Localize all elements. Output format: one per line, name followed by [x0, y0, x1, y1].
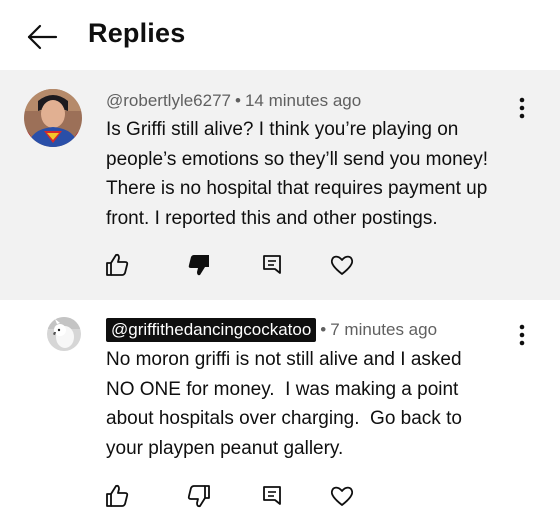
back-button[interactable] — [26, 22, 58, 52]
comment-line: Is Griffi still alive? I think you’re pl… — [106, 119, 459, 140]
page-title: Replies — [88, 18, 186, 48]
comment-line: people’s emotions so they’ll send you mo… — [106, 148, 488, 170]
heart-button[interactable] — [329, 252, 355, 278]
comment-line: about hospitals over charging. Go back t… — [106, 408, 462, 429]
dislike-icon — [187, 485, 210, 508]
reply-icon — [263, 255, 281, 274]
comment-line: There is no hospital that requires payme… — [106, 178, 488, 199]
comment-line: front. I reported this and other posting… — [106, 207, 438, 229]
like-button[interactable] — [104, 252, 130, 278]
dislike-button[interactable] — [186, 252, 212, 278]
comment-line: your playpen peanut gallery. — [106, 437, 344, 459]
comment-meta: @robertlyle6277 • 14 minutes ago — [106, 91, 361, 111]
meta-separator: • — [235, 91, 241, 110]
comment-line: NO ONE for money. I was making a point — [106, 378, 459, 400]
superman-avatar — [24, 89, 82, 147]
reply-button[interactable] — [259, 252, 285, 278]
dislike-button[interactable] — [186, 483, 212, 509]
like-icon — [106, 253, 129, 276]
heart-icon — [330, 255, 354, 275]
comment-text: Is Griffi still alive? I think you’re pl… — [106, 115, 488, 233]
comment-time: 7 minutes ago — [330, 320, 438, 339]
cockatoo-avatar — [47, 317, 81, 351]
avatar[interactable] — [47, 317, 81, 351]
like-button[interactable] — [104, 483, 130, 509]
arrow-left-icon — [27, 24, 58, 50]
comment-time: 14 minutes ago — [244, 91, 362, 110]
more-vert-icon — [519, 324, 525, 346]
header: Replies — [0, 0, 560, 70]
dislike-icon — [188, 255, 209, 276]
more-vert-icon — [519, 97, 525, 119]
reply-button[interactable] — [259, 483, 285, 509]
like-icon — [106, 484, 129, 507]
comment-text: No moron griffi is not still alive and I… — [106, 345, 462, 463]
comment-author-chip[interactable]: @griffithedancingcockatoo — [106, 318, 317, 342]
reply-icon — [263, 486, 281, 505]
comment-meta: @griffithedancingcockatoo • 7 minutes ago — [106, 318, 438, 342]
comment-menu-button[interactable] — [512, 96, 532, 124]
heart-icon — [330, 486, 354, 506]
comment-author[interactable]: @robertlyle6277 — [106, 91, 231, 110]
avatar[interactable] — [24, 89, 82, 147]
comment-line: No moron griffi is not still alive and I… — [106, 349, 462, 370]
reply-comment: @griffithedancingcockatoo • 7 minutes ago … — [0, 300, 560, 509]
parent-comment: @robertlyle6277 • 14 minutes ago Is Griffi… — [0, 70, 560, 300]
meta-separator: • — [320, 320, 327, 339]
comment-menu-button[interactable] — [512, 323, 532, 351]
heart-button[interactable] — [329, 483, 355, 509]
